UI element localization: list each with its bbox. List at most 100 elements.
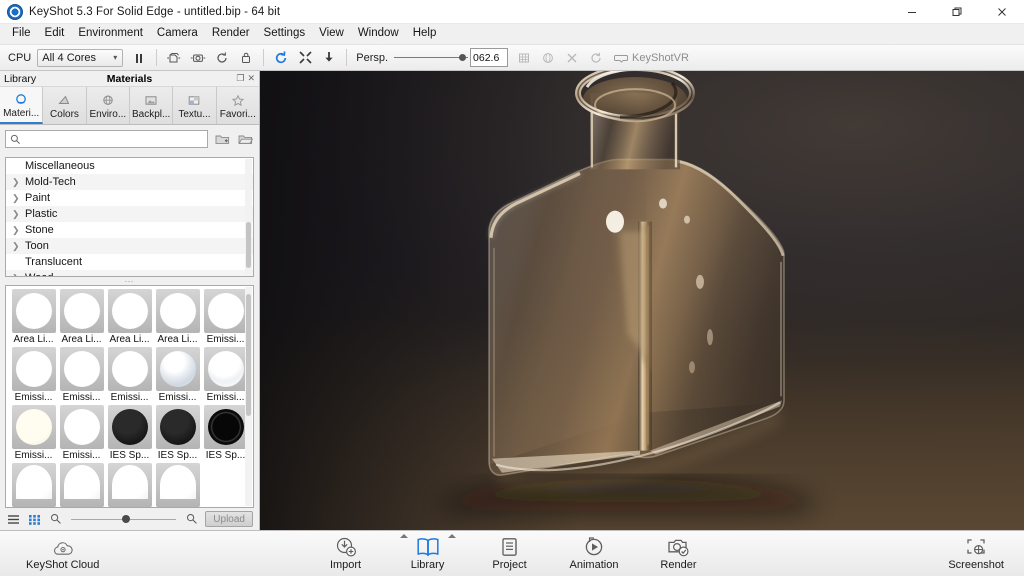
material-thumbnail[interactable] bbox=[107, 289, 152, 333]
menu-camera[interactable]: Camera bbox=[150, 25, 205, 44]
material-thumbnail[interactable] bbox=[155, 463, 200, 507]
material-item[interactable]: Emissi... bbox=[10, 347, 57, 404]
material-thumbnail[interactable] bbox=[11, 463, 56, 507]
material-thumbnail[interactable] bbox=[59, 347, 104, 391]
material-item[interactable]: Emissi... bbox=[58, 405, 105, 462]
material-item[interactable] bbox=[10, 463, 57, 507]
tab-favorites[interactable]: Favori... bbox=[216, 87, 259, 124]
grid-scrollbar[interactable] bbox=[245, 287, 252, 506]
material-thumbnail[interactable] bbox=[107, 347, 152, 391]
chevron-right-icon[interactable]: ❯ bbox=[12, 193, 21, 203]
menu-edit[interactable]: Edit bbox=[38, 25, 72, 44]
camera-icon[interactable] bbox=[186, 47, 210, 69]
open-folder-icon[interactable] bbox=[236, 130, 254, 148]
material-item[interactable]: Area Li... bbox=[154, 289, 201, 346]
tree-item-paint[interactable]: ❯ Paint bbox=[6, 190, 253, 206]
grid-icon[interactable] bbox=[512, 47, 536, 69]
material-thumbnail[interactable] bbox=[155, 289, 200, 333]
render-button[interactable]: Render bbox=[648, 531, 708, 576]
undock-icon[interactable]: ❐ bbox=[236, 74, 244, 83]
slider-handle[interactable] bbox=[121, 515, 130, 523]
chevron-right-icon[interactable]: ❯ bbox=[12, 209, 21, 219]
render-viewport[interactable] bbox=[260, 71, 1024, 530]
material-item[interactable]: Area Li... bbox=[106, 289, 153, 346]
material-item[interactable]: Emissi... bbox=[202, 289, 249, 346]
material-thumbnail[interactable] bbox=[203, 405, 248, 449]
material-item[interactable] bbox=[154, 463, 201, 507]
menu-view[interactable]: View bbox=[312, 25, 351, 44]
tree-item-toon[interactable]: ❯ Toon bbox=[6, 238, 253, 254]
tab-environments[interactable]: Enviro... bbox=[86, 87, 130, 124]
material-thumbnail[interactable] bbox=[11, 289, 56, 333]
material-thumbnail-grid[interactable]: Area Li... Area Li... Area Li... Area Li… bbox=[5, 285, 254, 508]
material-item[interactable]: Emissi... bbox=[154, 347, 201, 404]
material-item[interactable]: IES Sp... bbox=[202, 405, 249, 462]
menu-environment[interactable]: Environment bbox=[71, 25, 150, 44]
tree-item-stone[interactable]: ❯ Stone bbox=[6, 222, 253, 238]
tree-scrollbar-thumb[interactable] bbox=[246, 221, 251, 269]
material-thumbnail[interactable] bbox=[107, 463, 152, 507]
material-item[interactable]: Emissi... bbox=[202, 347, 249, 404]
reset-blue-icon[interactable] bbox=[269, 47, 293, 69]
import-button[interactable]: Import bbox=[316, 531, 376, 576]
scissors-icon[interactable] bbox=[560, 47, 584, 69]
library-button[interactable]: Library bbox=[398, 531, 458, 576]
sphere-icon[interactable] bbox=[536, 47, 560, 69]
cores-dropdown[interactable]: All 4 Cores ▾ bbox=[37, 48, 124, 67]
chevron-right-icon[interactable]: ❯ bbox=[12, 225, 21, 235]
rotate-icon[interactable] bbox=[584, 47, 608, 69]
tab-colors[interactable]: Colors bbox=[43, 87, 87, 124]
tree-item-translucent[interactable]: ❯ Translucent bbox=[6, 254, 253, 270]
zoom-out-icon[interactable] bbox=[48, 512, 63, 527]
menu-window[interactable]: Window bbox=[351, 25, 406, 44]
material-item[interactable]: Emissi... bbox=[106, 347, 153, 404]
material-thumbnail[interactable] bbox=[11, 347, 56, 391]
grid-scrollbar-thumb[interactable] bbox=[246, 293, 251, 417]
material-thumbnail[interactable] bbox=[59, 463, 104, 507]
search-box[interactable] bbox=[5, 130, 208, 148]
material-item[interactable]: Area Li... bbox=[10, 289, 57, 346]
material-thumbnail[interactable] bbox=[59, 405, 104, 449]
fullscreen-icon[interactable] bbox=[293, 47, 317, 69]
zoom-in-icon[interactable] bbox=[184, 512, 199, 527]
restore-icon[interactable] bbox=[934, 0, 979, 24]
lock-icon[interactable] bbox=[234, 47, 258, 69]
download-icon[interactable] bbox=[317, 47, 341, 69]
chevron-right-icon[interactable]: ❯ bbox=[12, 177, 21, 187]
material-thumbnail[interactable] bbox=[107, 405, 152, 449]
material-item[interactable]: Emissi... bbox=[10, 405, 57, 462]
grid-view-icon[interactable] bbox=[27, 512, 42, 527]
material-item[interactable] bbox=[58, 463, 105, 507]
list-view-icon[interactable] bbox=[6, 512, 21, 527]
material-thumbnail[interactable] bbox=[11, 405, 56, 449]
tree-item-plastic[interactable]: ❯ Plastic bbox=[6, 206, 253, 222]
chevron-right-icon[interactable]: ❯ bbox=[12, 273, 21, 276]
material-category-tree[interactable]: ❯ Miscellaneous ❯ Mold-Tech ❯ Paint ❯ Pl… bbox=[5, 157, 254, 277]
perspective-value-input[interactable]: 062.6 bbox=[470, 48, 509, 67]
add-folder-icon[interactable] bbox=[213, 130, 231, 148]
animation-button[interactable]: Animation bbox=[562, 531, 627, 576]
material-item[interactable]: Area Li... bbox=[58, 289, 105, 346]
material-thumbnail[interactable] bbox=[59, 289, 104, 333]
close-icon[interactable] bbox=[979, 0, 1024, 24]
material-item[interactable]: IES Sp... bbox=[106, 405, 153, 462]
tab-materials[interactable]: Materi... bbox=[0, 87, 44, 124]
material-thumbnail[interactable] bbox=[155, 347, 200, 391]
thumbnail-size-slider[interactable] bbox=[71, 512, 177, 526]
material-thumbnail[interactable] bbox=[203, 347, 248, 391]
refresh-icon[interactable] bbox=[210, 47, 234, 69]
screenshot-button[interactable]: Screenshot bbox=[940, 531, 1012, 576]
tree-item-mold-tech[interactable]: ❯ Mold-Tech bbox=[6, 174, 253, 190]
material-item[interactable] bbox=[106, 463, 153, 507]
keyshotvr-button[interactable]: KeyShotVR bbox=[608, 52, 695, 64]
slider-handle[interactable] bbox=[459, 54, 467, 61]
perspective-slider[interactable] bbox=[394, 49, 469, 67]
menu-render[interactable]: Render bbox=[205, 25, 257, 44]
menu-file[interactable]: File bbox=[5, 25, 38, 44]
close-panel-icon[interactable]: ✕ bbox=[247, 74, 255, 83]
menu-settings[interactable]: Settings bbox=[257, 25, 313, 44]
menu-help[interactable]: Help bbox=[406, 25, 444, 44]
tab-textures[interactable]: Textu... bbox=[173, 87, 217, 124]
tree-item-miscellaneous[interactable]: ❯ Miscellaneous bbox=[6, 158, 253, 174]
tree-scrollbar[interactable] bbox=[245, 159, 252, 275]
